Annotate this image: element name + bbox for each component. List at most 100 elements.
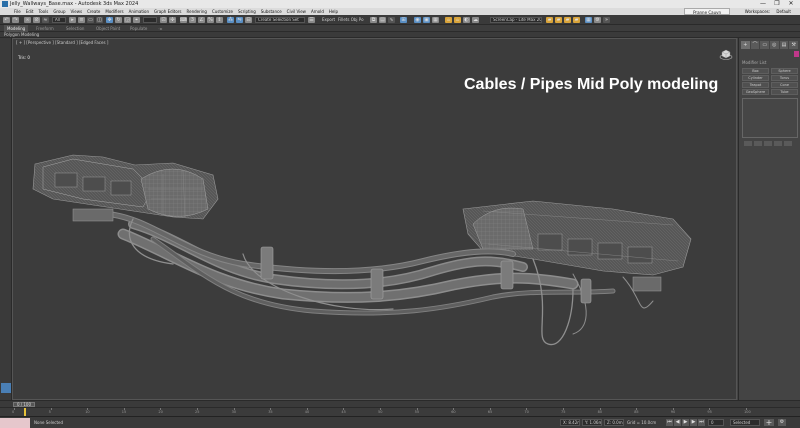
spinner-snap-icon[interactable]: ⇕ bbox=[216, 17, 223, 23]
align-icon[interactable]: ⊟ bbox=[245, 17, 252, 23]
link-icon[interactable]: ∞ bbox=[24, 17, 31, 23]
menu-file[interactable]: File bbox=[14, 9, 21, 14]
modify-tab-icon[interactable]: ⌒ bbox=[750, 41, 760, 49]
maximize-button[interactable]: ❐ bbox=[770, 0, 784, 8]
snaps-toggle-icon[interactable]: 3 bbox=[189, 17, 196, 23]
menu-modifiers[interactable]: Modifiers bbox=[105, 9, 123, 14]
track-bar[interactable]: 0 5 10 15 20 25 30 35 40 45 50 55 60 65 70 75 80 85 90 95 10… bbox=[0, 407, 800, 416]
modifier-list-header[interactable]: Modifier List bbox=[742, 60, 766, 65]
scene-states-dropdown[interactable]: ScreenCap - Lite Max 2024 bbox=[490, 17, 542, 23]
select-manipulate-icon[interactable]: ✣ bbox=[169, 17, 176, 23]
layer-explorer-icon[interactable]: ⧉ bbox=[370, 17, 377, 23]
time-configuration-icon[interactable]: ⚙ bbox=[778, 419, 786, 426]
tube-button[interactable]: Tube bbox=[771, 89, 798, 95]
go-to-start-icon[interactable]: ⏮ bbox=[666, 419, 673, 426]
keyboard-shortcut-icon[interactable]: ⌨ bbox=[180, 17, 187, 23]
rect-selection-icon[interactable]: ▭ bbox=[87, 17, 94, 23]
toggle-ribbon-icon[interactable]: ▤ bbox=[379, 17, 386, 23]
y-coordinate-field[interactable]: Y: 1.06m bbox=[582, 419, 602, 426]
menu-scripting[interactable]: Scripting bbox=[238, 9, 256, 14]
placement-icon[interactable]: ⌖ bbox=[133, 17, 140, 23]
reference-coord-dropdown[interactable] bbox=[143, 17, 157, 23]
curve-editor-icon[interactable]: ∿ bbox=[388, 17, 395, 23]
utilities-tab-icon[interactable]: ⚒ bbox=[789, 41, 799, 49]
render-cloud-icon[interactable]: ☁ bbox=[472, 17, 479, 23]
angle-snap-icon[interactable]: ∠ bbox=[198, 17, 205, 23]
menu-arnold[interactable]: Arnold bbox=[311, 9, 324, 14]
torus-button[interactable]: Torus bbox=[771, 75, 798, 81]
go-to-end-icon[interactable]: ⏭ bbox=[698, 419, 705, 426]
viewport-layout-icon[interactable]: ▦ bbox=[585, 17, 592, 23]
tab-populate[interactable]: Populate bbox=[130, 25, 147, 32]
mirror-icon[interactable]: ⇋ bbox=[236, 17, 243, 23]
open-folder-icon[interactable]: ▰ bbox=[546, 17, 553, 23]
menu-help[interactable]: Help bbox=[329, 9, 338, 14]
next-frame-icon[interactable]: ▶ bbox=[690, 419, 697, 426]
menu-rendering[interactable]: Rendering bbox=[187, 9, 207, 14]
create-tab-icon[interactable]: + bbox=[741, 41, 750, 49]
sphere-button[interactable]: Sphere bbox=[771, 68, 798, 74]
current-frame-field[interactable]: 0 bbox=[708, 419, 724, 426]
project-folder-icon[interactable]: ▰ bbox=[564, 17, 571, 23]
configure-sets-icon[interactable] bbox=[784, 141, 792, 146]
menu-views[interactable]: Views bbox=[71, 9, 83, 14]
menu-customize[interactable]: Customize bbox=[212, 9, 233, 14]
geosphere-button[interactable]: GeoSphere bbox=[742, 89, 769, 95]
material-editor-icon[interactable]: ◉ bbox=[414, 17, 421, 23]
menu-graph-editors[interactable]: Graph Editors bbox=[154, 9, 181, 14]
set-key-icon[interactable]: + bbox=[764, 419, 774, 427]
tab-object-paint[interactable]: Object Paint bbox=[96, 25, 120, 32]
export-button[interactable]: Export bbox=[322, 17, 335, 23]
redo-icon[interactable]: ↷ bbox=[12, 17, 19, 23]
show-end-result-icon[interactable] bbox=[754, 141, 762, 146]
menu-create[interactable]: Create bbox=[87, 9, 100, 14]
menu-animation[interactable]: Animation bbox=[129, 9, 149, 14]
rendered-frame-icon[interactable]: ▦ bbox=[432, 17, 439, 23]
select-object-icon[interactable]: ▸ bbox=[69, 17, 76, 23]
modifier-stack[interactable] bbox=[742, 98, 798, 138]
render-iterative-icon[interactable]: ☕ bbox=[454, 17, 461, 23]
menu-substance[interactable]: Substance bbox=[261, 9, 282, 14]
menu-tools[interactable]: Tools bbox=[38, 9, 48, 14]
schematic-view-icon[interactable]: ⊞ bbox=[400, 17, 407, 23]
cone-button[interactable]: Cone bbox=[771, 82, 798, 88]
box-button[interactable]: Box bbox=[742, 68, 769, 74]
scale-icon[interactable]: ◲ bbox=[124, 17, 131, 23]
menu-civil-view[interactable]: Civil View bbox=[287, 9, 306, 14]
window-crossing-icon[interactable]: ◫ bbox=[96, 17, 103, 23]
play-icon[interactable]: ▶ bbox=[682, 419, 689, 426]
maxscript-listener[interactable] bbox=[0, 418, 30, 428]
pin-stack-icon[interactable] bbox=[744, 141, 752, 146]
undo-icon[interactable]: ↶ bbox=[3, 17, 10, 23]
z-coordinate-field[interactable]: Z: 0.0m bbox=[604, 419, 624, 426]
render-setup-icon[interactable]: ▣ bbox=[423, 17, 430, 23]
percent-snap-icon[interactable]: % bbox=[207, 17, 214, 23]
display-tab-icon[interactable]: ▤ bbox=[779, 41, 789, 49]
render-preset-dropdown[interactable]: Fillets Obj Po bbox=[338, 17, 364, 23]
menu-group[interactable]: Group bbox=[53, 9, 65, 14]
sign-in-button[interactable]: Pranne Cauvn bbox=[684, 8, 730, 15]
previous-frame-icon[interactable]: ◀ bbox=[674, 419, 681, 426]
bind-spacewarp-icon[interactable]: ≈ bbox=[42, 17, 49, 23]
menu-edit[interactable]: Edit bbox=[26, 9, 34, 14]
ribbon-toggle-icon[interactable]: ◦▸ bbox=[158, 25, 162, 32]
tab-modeling[interactable]: Modeling bbox=[4, 25, 29, 32]
x-coordinate-field[interactable]: X: 8.42m bbox=[560, 419, 580, 426]
extra-tools-icon[interactable]: » bbox=[603, 17, 610, 23]
render-production-icon[interactable]: ☕ bbox=[445, 17, 452, 23]
cylinder-button[interactable]: Cylinder bbox=[742, 75, 769, 81]
pivot-icon[interactable]: ⊡ bbox=[160, 17, 167, 23]
rotate-icon[interactable]: ↻ bbox=[115, 17, 122, 23]
selection-filter-dropdown[interactable]: All bbox=[52, 17, 66, 23]
make-unique-icon[interactable] bbox=[764, 141, 772, 146]
viewport-settings-icon[interactable]: ⚙ bbox=[594, 17, 601, 23]
tab-freeform[interactable]: Freeform bbox=[36, 25, 54, 32]
viewport-maximize-toggle[interactable] bbox=[1, 383, 11, 393]
workspace-selector[interactable]: Workspaces: Default bbox=[745, 8, 796, 15]
teapot-button[interactable]: Teapot bbox=[742, 82, 769, 88]
archive-folder-icon[interactable]: ▰ bbox=[573, 17, 580, 23]
save-folder-icon[interactable]: ▰ bbox=[555, 17, 562, 23]
color-swatch[interactable] bbox=[794, 51, 799, 57]
edit-named-selection-icon[interactable]: ⁂ bbox=[227, 17, 234, 23]
select-by-name-icon[interactable]: ≡ bbox=[78, 17, 85, 23]
